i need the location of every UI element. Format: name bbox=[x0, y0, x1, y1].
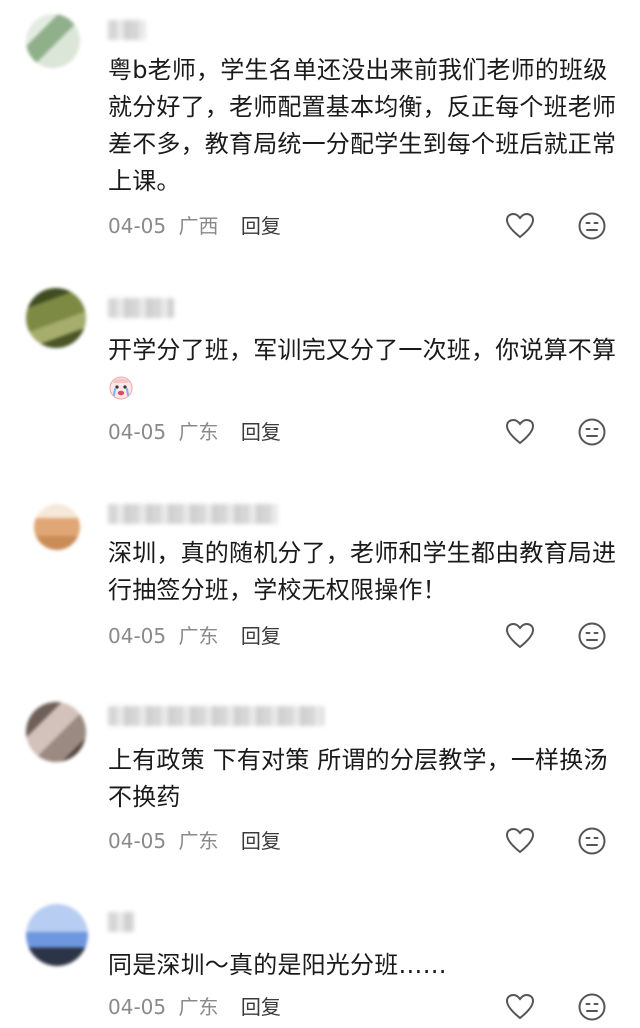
username-blurred[interactable] bbox=[108, 298, 174, 318]
heart-outline-icon[interactable] bbox=[504, 210, 536, 242]
reply-button[interactable]: 回复 bbox=[241, 992, 281, 1022]
username-blurred[interactable] bbox=[108, 20, 146, 40]
username-blurred[interactable] bbox=[108, 504, 278, 524]
comment-region: 广西 bbox=[178, 214, 219, 238]
comment-text: 开学分了班，军训完又分了一次班，你说算不算 bbox=[108, 336, 617, 364]
comment-meta: 04-05 广东 回复 bbox=[108, 992, 281, 1022]
crying-baby-emoji bbox=[109, 376, 133, 400]
comment-date: 04-05 bbox=[108, 420, 167, 444]
comment-text: 上有政策 下有对策 所谓的分层教学，一样换汤不换药 bbox=[108, 746, 608, 811]
heart-outline-icon[interactable] bbox=[504, 416, 536, 448]
neutral-face-icon[interactable] bbox=[576, 991, 608, 1023]
comment-meta: 04-05 广西 回复 bbox=[108, 211, 281, 241]
heart-outline-icon[interactable] bbox=[504, 620, 536, 652]
avatar[interactable] bbox=[26, 288, 86, 348]
heart-outline-icon[interactable] bbox=[504, 991, 536, 1023]
comment-text: 粤b老师，学生名单还没出来前我们老师的班级就分好了，老师配置基本均衡，反正每个班… bbox=[108, 56, 617, 195]
comment-date: 04-05 bbox=[108, 214, 167, 238]
neutral-face-icon[interactable] bbox=[576, 416, 608, 448]
neutral-face-icon[interactable] bbox=[576, 825, 608, 857]
comment-region: 广东 bbox=[178, 624, 219, 648]
comment-date: 04-05 bbox=[108, 829, 167, 853]
comment-region: 广东 bbox=[178, 995, 219, 1019]
comment-date: 04-05 bbox=[108, 995, 167, 1019]
username-blurred[interactable] bbox=[108, 912, 134, 932]
comment-region: 广东 bbox=[178, 420, 219, 444]
heart-outline-icon[interactable] bbox=[504, 825, 536, 857]
username-blurred[interactable] bbox=[108, 706, 324, 726]
neutral-face-icon[interactable] bbox=[576, 210, 608, 242]
reply-button[interactable]: 回复 bbox=[241, 826, 281, 856]
reply-button[interactable]: 回复 bbox=[241, 211, 281, 241]
comment-item: 深圳，真的随机分了，老师和学生都由教育局进行抽签分班，学校无权限操作！ 04-0… bbox=[0, 490, 640, 680]
comment-text: 深圳，真的随机分了，老师和学生都由教育局进行抽签分班，学校无权限操作！ bbox=[108, 539, 617, 604]
comment-meta: 04-05 广东 回复 bbox=[108, 826, 281, 856]
comment-item: 上有政策 下有对策 所谓的分层教学，一样换汤不换药 04-05 广东 回复 bbox=[0, 690, 640, 880]
comment-item: 同是深圳～真的是阳光分班…… 04-05 广东 回复 bbox=[0, 894, 640, 1028]
avatar[interactable] bbox=[26, 14, 80, 68]
neutral-face-icon[interactable] bbox=[576, 620, 608, 652]
comment-date: 04-05 bbox=[108, 624, 167, 648]
reply-button[interactable]: 回复 bbox=[241, 417, 281, 447]
comment-meta: 04-05 广东 回复 bbox=[108, 621, 281, 651]
comment-meta: 04-05 广东 回复 bbox=[108, 417, 281, 447]
reply-button[interactable]: 回复 bbox=[241, 621, 281, 651]
comment-text: 同是深圳～真的是阳光分班…… bbox=[108, 951, 447, 979]
avatar[interactable] bbox=[34, 504, 80, 550]
avatar[interactable] bbox=[26, 702, 86, 762]
comment-item: 开学分了班，军训完又分了一次班，你说算不算 04-05 广东 回复 bbox=[0, 270, 640, 470]
comment-item: 粤b老师，学生名单还没出来前我们老师的班级就分好了，老师配置基本均衡，反正每个班… bbox=[0, 0, 640, 260]
comment-region: 广东 bbox=[178, 829, 219, 853]
avatar[interactable] bbox=[26, 904, 88, 966]
